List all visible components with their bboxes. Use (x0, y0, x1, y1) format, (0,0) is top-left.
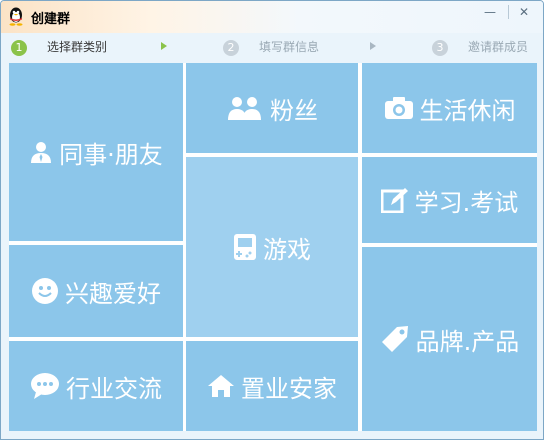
category-leisure[interactable]: 生活休闲 (362, 63, 537, 153)
category-leisure-label: 生活休闲 (419, 96, 516, 125)
category-home-label: 置业安家 (241, 374, 337, 403)
step-arrow-1-icon (161, 42, 167, 50)
step-1-number: 1 (11, 39, 27, 56)
step-3-label: 邀请群成员 (468, 40, 529, 54)
create-group-window: 创建群 — ✕ 1选择群类别 2填写群信息 3邀请群成员 同事·朋友 兴趣 (0, 0, 544, 440)
category-games[interactable]: 游戏 (186, 157, 358, 337)
category-fans[interactable]: 粉丝 (186, 63, 358, 153)
category-industry[interactable]: 行业交流 (9, 341, 183, 431)
step-arrow-2-icon (370, 42, 376, 50)
step-3-number: 3 (432, 39, 448, 56)
person-icon (29, 140, 53, 164)
smiley-icon (31, 277, 59, 305)
category-brand-product[interactable]: 品牌.产品 (362, 247, 537, 431)
category-hobbies[interactable]: 兴趣爱好 (9, 245, 183, 337)
gamepad-icon (233, 233, 257, 261)
category-colleague-friends[interactable]: 同事·朋友 (9, 63, 183, 241)
step-1: 1 选择群类别 (11, 38, 107, 56)
step-2-label: 填写群信息 (259, 40, 320, 54)
category-study-exam[interactable]: 学习.考试 (362, 157, 537, 243)
step-1-label: 选择群类别 (47, 40, 108, 54)
qq-penguin-icon (9, 7, 23, 26)
title-bar: 创建群 — ✕ (1, 1, 543, 33)
price-tag-icon (380, 324, 410, 354)
close-button[interactable]: ✕ (511, 4, 537, 20)
category-colleague-friends-label: 同事·朋友 (59, 140, 163, 169)
category-games-label: 游戏 (263, 235, 311, 264)
category-study-exam-label: 学习.考试 (414, 188, 519, 217)
house-icon (207, 374, 235, 398)
category-fans-label: 粉丝 (270, 96, 318, 125)
category-industry-label: 行业交流 (66, 374, 162, 403)
step-indicator: 1 选择群类别 2 填写群信息 3 邀请群成员 (1, 33, 543, 61)
step-2-number: 2 (223, 39, 239, 56)
window-title: 创建群 (31, 12, 71, 27)
step-2: 2 填写群信息 (223, 38, 319, 56)
chat-bubble-icon (30, 372, 60, 400)
step-3: 3 邀请群成员 (432, 38, 528, 56)
category-hobbies-label: 兴趣爱好 (65, 279, 161, 308)
edit-note-icon (380, 187, 409, 213)
minimize-button[interactable]: — (477, 4, 503, 20)
category-home[interactable]: 置业安家 (186, 341, 358, 431)
group-people-icon (226, 95, 264, 121)
camera-icon (384, 96, 414, 120)
category-grid: 同事·朋友 兴趣爱好 行业交流 粉丝 游戏 置业安家 生活休闲 学习.考试 品牌… (9, 63, 537, 431)
title-separator (508, 5, 509, 19)
category-brand-product-label: 品牌.产品 (415, 327, 520, 356)
